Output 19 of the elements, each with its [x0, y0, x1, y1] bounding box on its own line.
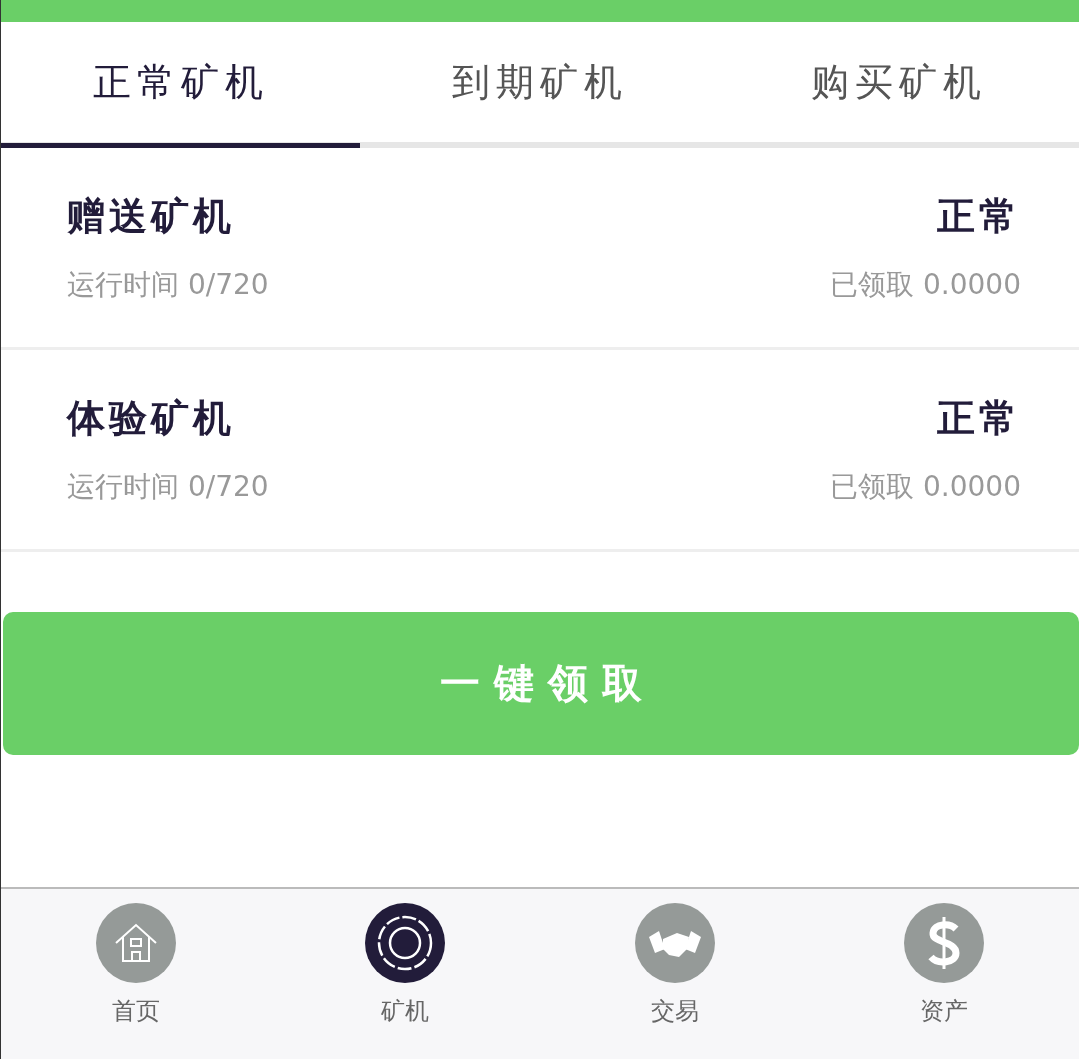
- machine-name: 赠送矿机: [67, 193, 235, 240]
- claimed-text: 已领取 0.0000: [830, 469, 1021, 505]
- house-icon[interactable]: [95, 903, 176, 983]
- machine-status: 正常: [937, 395, 1021, 442]
- tab[interactable]: 购买矿机: [719, 22, 1079, 148]
- nav-label[interactable]: 首页: [111, 995, 160, 1027]
- nav-label[interactable]: 资产: [920, 995, 969, 1027]
- runtime-text: 运行时间 0/720: [67, 267, 269, 303]
- handshake-icon[interactable]: [634, 903, 715, 983]
- tab[interactable]: 到期矿机: [360, 22, 720, 148]
- tab[interactable]: 正常矿机: [1, 22, 361, 148]
- claimed-text: 已领取 0.0000: [830, 267, 1021, 303]
- dollar-icon[interactable]: [904, 903, 985, 983]
- runtime-text: 运行时间 0/720: [67, 469, 269, 505]
- rings-icon[interactable]: [365, 903, 446, 983]
- nav-label[interactable]: 交易: [650, 995, 699, 1027]
- machine-name: 体验矿机: [67, 395, 235, 442]
- nav-label[interactable]: 矿机: [381, 995, 430, 1027]
- machine-status: 正常: [937, 193, 1021, 240]
